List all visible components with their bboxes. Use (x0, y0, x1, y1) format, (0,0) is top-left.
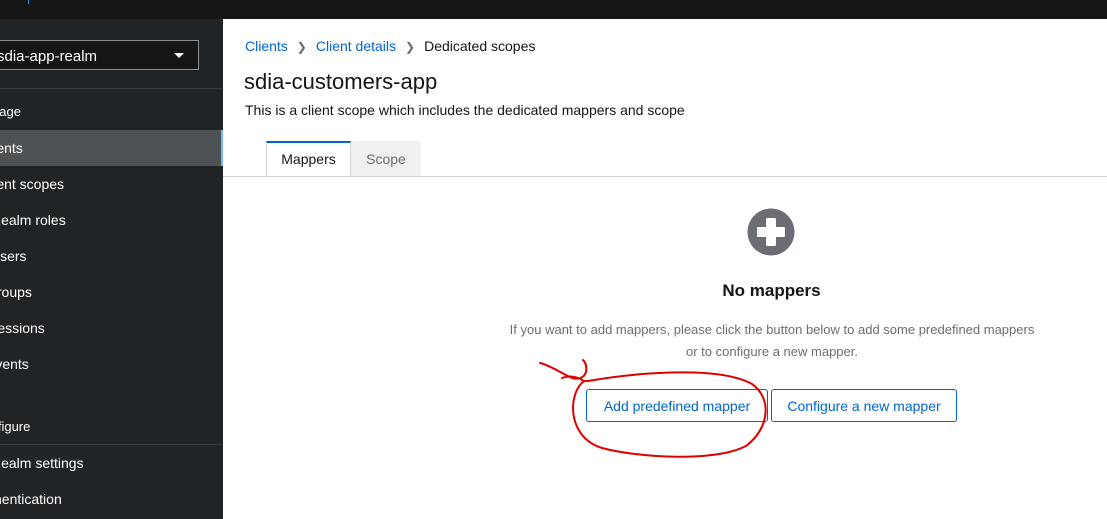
breadcrumb-clients[interactable]: Clients (245, 38, 288, 54)
sidebar-item-label: Client scopes (0, 176, 65, 192)
page-title: sdia-customers-app (244, 69, 438, 94)
sidebar-item-sessions[interactable]: Sessions (0, 310, 223, 346)
sidebar-item-authentication[interactable]: Authentication (0, 481, 223, 517)
sidebar-section-manage: Manage (0, 104, 21, 119)
masthead-accent (28, 0, 29, 4)
sidebar-divider (0, 88, 223, 89)
tabs-divider (223, 176, 1107, 177)
sidebar: sdia-app-realm Manage Clients Client sco… (0, 19, 223, 519)
breadcrumb: Clients ❯ Client details ❯ Dedicated scopes (245, 38, 535, 54)
tab-scope[interactable]: Scope (351, 141, 421, 177)
sidebar-item-groups[interactable]: Groups (0, 274, 223, 310)
sidebar-item-label: Users (0, 248, 27, 264)
breadcrumb-current: Dedicated scopes (424, 38, 536, 54)
masthead (0, 0, 1107, 19)
sidebar-item-label: Clients (0, 140, 23, 156)
add-predefined-mapper-button[interactable]: Add predefined mapper (586, 389, 768, 422)
chevron-right-icon: ❯ (296, 40, 307, 54)
sidebar-item-events[interactable]: Events (0, 346, 223, 382)
configure-new-mapper-button[interactable]: Configure a new mapper (771, 389, 957, 422)
plus-circle-icon (747, 208, 795, 256)
sidebar-item-label: Events (0, 356, 29, 372)
empty-state-title: No mappers (722, 281, 821, 300)
chevron-right-icon: ❯ (405, 40, 416, 54)
main-content: Clients ❯ Client details ❯ Dedicated scopes … (223, 19, 1107, 519)
sidebar-item-users[interactable]: Users (0, 238, 223, 274)
sidebar-item-realm-settings[interactable]: Realm settings (0, 445, 223, 481)
sidebar-item-realm-roles[interactable]: Realm roles (0, 202, 223, 238)
sidebar-item-label: Sessions (0, 320, 45, 336)
caret-down-icon (174, 53, 184, 58)
breadcrumb-client-details[interactable]: Client details (316, 38, 396, 54)
sidebar-item-label: Realm roles (0, 212, 66, 228)
sidebar-item-clients[interactable]: Clients (0, 130, 223, 166)
sidebar-item-client-scopes[interactable]: Client scopes (0, 166, 223, 202)
empty-state-body: If you want to add mappers, please click… (509, 322, 1035, 359)
page-description: This is a client scope which includes th… (245, 102, 685, 118)
sidebar-item-label: Authentication (0, 491, 62, 507)
sidebar-item-label: Groups (0, 284, 32, 300)
sidebar-item-label: Realm settings (0, 455, 84, 471)
sidebar-section-configure: Configure (0, 419, 31, 434)
realm-name: sdia-app-realm (0, 48, 98, 65)
tab-mappers[interactable]: Mappers (266, 141, 351, 177)
realm-selector[interactable]: sdia-app-realm (0, 40, 199, 70)
